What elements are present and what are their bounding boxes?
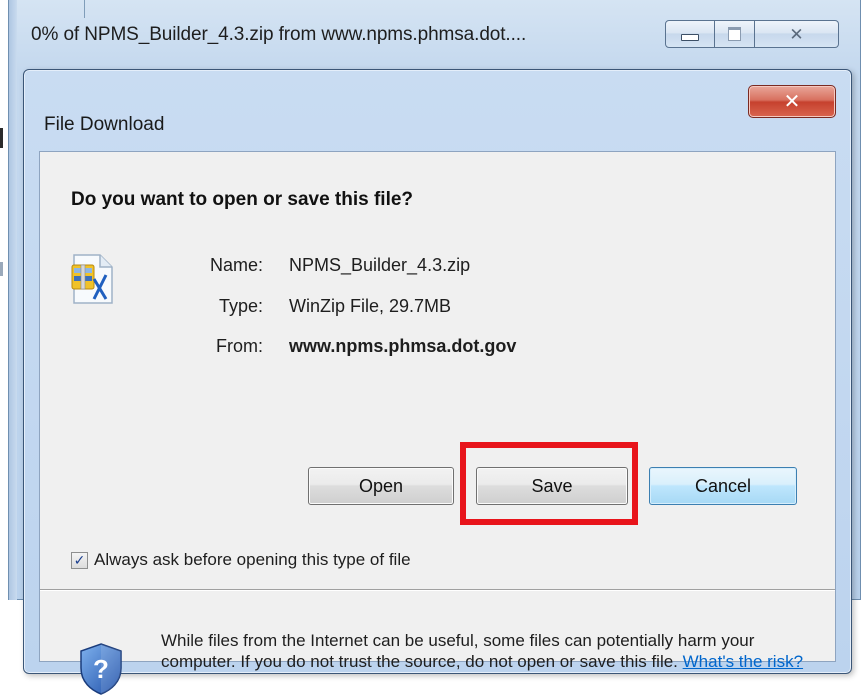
minimize-icon xyxy=(681,33,699,41)
file-source-value: www.npms.phmsa.dot.gov xyxy=(289,336,517,356)
separator xyxy=(40,589,835,591)
caption-buttons: ✕ xyxy=(665,20,863,50)
dialog-title: File Download xyxy=(44,114,165,135)
file-type-label: Type: xyxy=(218,296,263,316)
security-warning-text: While files from the Internet can be use… xyxy=(161,631,755,671)
always-ask-checkbox[interactable]: ✓ xyxy=(71,551,88,569)
svg-text:?: ? xyxy=(93,654,109,684)
close-icon: ✕ xyxy=(783,90,801,113)
window-frame-edge xyxy=(9,0,17,600)
whats-the-risk-link[interactable]: What's the risk? xyxy=(683,652,803,671)
close-icon: ✕ xyxy=(789,24,804,44)
file-name-row: Name: NPMS_Builder_4.3.zip xyxy=(40,255,740,279)
window-edge-mark xyxy=(0,128,3,148)
file-name-value: NPMS_Builder_4.3.zip xyxy=(289,255,471,275)
shield-question-icon: ? xyxy=(80,643,122,695)
file-source-row: From: www.npms.phmsa.dot.gov xyxy=(40,336,740,360)
file-type-row: Type: WinZip File, 29.7MB xyxy=(40,296,740,320)
dialog-client-area: Do you want to open or save this file? N… xyxy=(39,151,836,695)
progress-close-button[interactable]: ✕ xyxy=(755,20,839,48)
cancel-button[interactable]: Cancel xyxy=(649,467,797,505)
save-highlight-box xyxy=(460,442,638,525)
file-type-value: WinZip File, 29.7MB xyxy=(289,296,452,316)
file-source-label: From: xyxy=(216,336,263,356)
open-button[interactable]: Open xyxy=(308,467,454,505)
security-warning: While files from the Internet can be use… xyxy=(161,630,821,672)
minimize-button[interactable] xyxy=(665,20,715,48)
maximize-icon xyxy=(728,27,741,41)
file-download-dialog: File Download ✕ Do you want to open or s… xyxy=(23,69,852,695)
window-edge-mark xyxy=(0,262,3,276)
dialog-question: Do you want to open or save this file? xyxy=(71,189,414,210)
progress-window-title: 0% of NPMS_Builder_4.3.zip from www.npms… xyxy=(31,24,527,45)
file-name-label: Name: xyxy=(209,255,263,275)
frame-divider xyxy=(84,0,85,18)
dialog-close-button[interactable]: ✕ xyxy=(748,85,836,118)
maximize-button[interactable] xyxy=(715,20,755,48)
always-ask-label: Always ask before opening this type of f… xyxy=(94,550,411,569)
always-ask-option[interactable]: ✓ Always ask before opening this type of… xyxy=(71,550,411,570)
